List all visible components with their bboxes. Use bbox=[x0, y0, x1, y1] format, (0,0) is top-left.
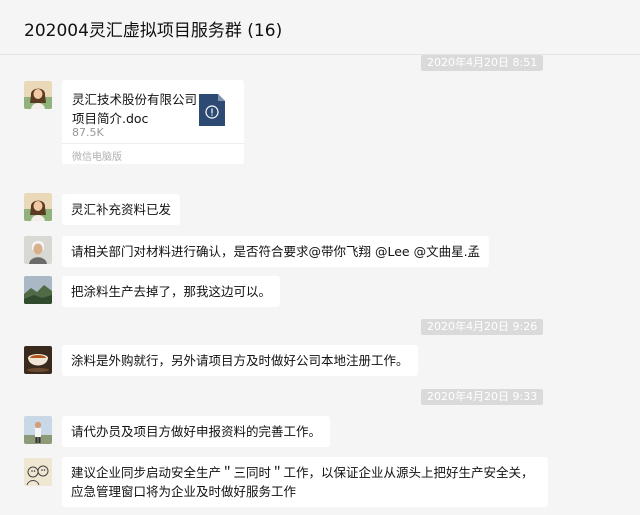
message-bubble[interactable]: 请相关部门对材料进行确认，是否符合要求@带你飞翔 @Lee @文曲星.孟 bbox=[62, 236, 490, 267]
avatar-man-white-hair[interactable] bbox=[24, 236, 52, 264]
timestamp-pill: 2020年4月20日 8:51 bbox=[421, 55, 544, 71]
divider bbox=[62, 143, 244, 144]
avatar-cartoon[interactable] bbox=[24, 458, 52, 486]
doc-file-icon bbox=[199, 94, 225, 126]
avatar-woman[interactable] bbox=[24, 81, 52, 109]
message-bubble[interactable]: 灵汇补充资料已发 bbox=[62, 194, 181, 225]
message-bubble[interactable]: 请代办员及项目方做好申报资料的完善工作。 bbox=[62, 416, 331, 447]
file-name: 灵汇技术股份有限公司 项目简介.doc bbox=[72, 92, 198, 126]
chat-title[interactable]: 202004灵汇虚拟项目服务群 (16) bbox=[24, 16, 282, 41]
chat-header: 202004灵汇虚拟项目服务群 (16) bbox=[0, 0, 640, 55]
timestamp-pill: 2020年4月20日 9:26 bbox=[421, 319, 544, 335]
avatar-tea-cup[interactable] bbox=[24, 346, 52, 374]
file-message-card[interactable]: 灵汇技术股份有限公司 项目简介.doc 87.5K 微信电脑版 bbox=[62, 80, 244, 164]
timestamp-pill: 2020年4月20日 9:33 bbox=[421, 389, 544, 405]
message-bubble[interactable]: 建议企业同步启动安全生产＂三同时＂工作，以保证企业从源头上把好生产安全关，应急管… bbox=[62, 457, 548, 507]
avatar-woman[interactable] bbox=[24, 193, 52, 221]
avatar-person-outdoor[interactable] bbox=[24, 416, 52, 444]
avatar-landscape[interactable] bbox=[24, 276, 52, 304]
message-bubble[interactable]: 涂料是外购就行，另外请项目方及时做好公司本地注册工作。 bbox=[62, 345, 418, 376]
message-bubble[interactable]: 把涂料生产去掉了，那我这边可以。 bbox=[62, 276, 281, 307]
file-size: 87.5K bbox=[72, 126, 104, 139]
file-source: 微信电脑版 bbox=[72, 152, 122, 163]
